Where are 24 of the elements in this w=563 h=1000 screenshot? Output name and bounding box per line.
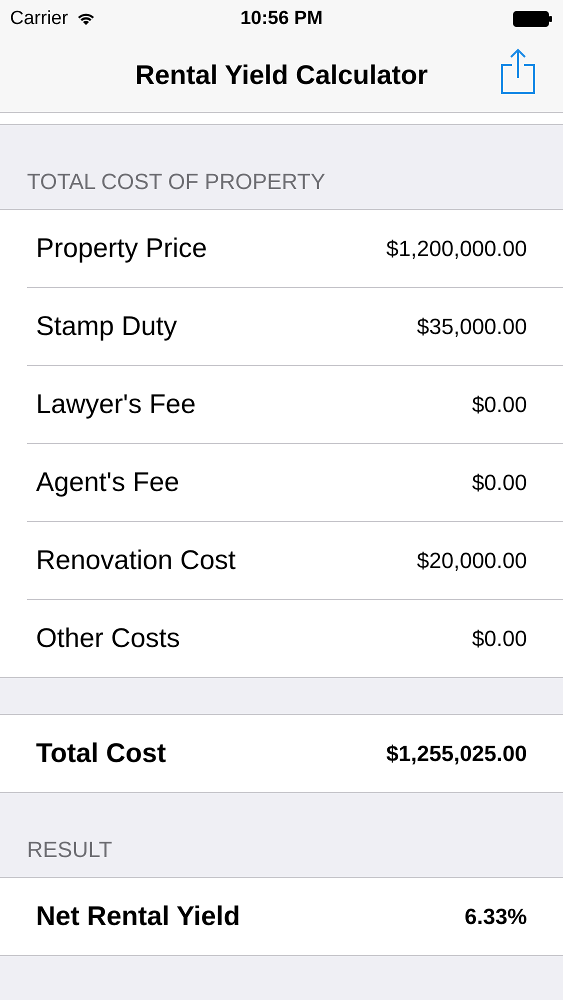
section-header: TOTAL COST OF PROPERTY: [27, 169, 326, 195]
row-label: Other Costs: [36, 623, 180, 654]
row-value: $0.00: [472, 392, 527, 418]
battery-icon: [513, 11, 553, 27]
row-label: Renovation Cost: [36, 545, 236, 576]
row-label: Total Cost: [36, 738, 166, 769]
carrier-name: Carrier: [10, 8, 68, 30]
row-value: $0.00: [472, 626, 527, 652]
wifi-icon: [76, 12, 96, 26]
row-label: Net Rental Yield: [36, 901, 240, 932]
row-label: Agent's Fee: [36, 467, 180, 498]
row-value: $1,200,000.00: [386, 236, 527, 262]
row-label: Property Price: [36, 233, 208, 264]
screen-title: Rental Yield Calculator: [135, 60, 428, 90]
row-value: $0.00: [472, 470, 527, 496]
share-icon[interactable]: [500, 48, 536, 94]
row-value: $1,255,025.00: [386, 740, 527, 766]
clock-time: 10:56 PM: [240, 8, 323, 30]
row-value: 6.33%: [464, 904, 527, 930]
row-value: $20,000.00: [416, 548, 527, 574]
section-header: RESULT: [27, 837, 112, 863]
row-label: Lawyer's Fee: [36, 389, 196, 420]
row-value: $35,000.00: [416, 314, 527, 340]
row-label: Stamp Duty: [36, 311, 178, 342]
